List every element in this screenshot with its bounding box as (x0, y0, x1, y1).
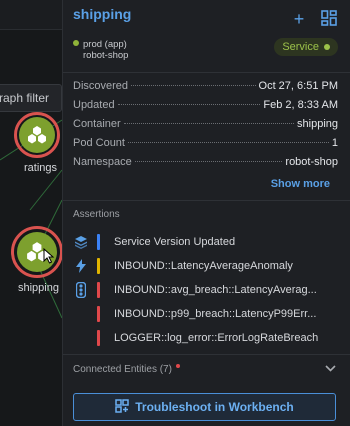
property-row: Discovered Oct 27, 6:51 PM (73, 80, 338, 99)
graph-edges (0, 119, 62, 319)
divider (63, 72, 350, 73)
properties-list: Discovered Oct 27, 6:51 PM Updated Feb 2, … (73, 80, 338, 175)
property-key: Pod Count (73, 137, 125, 149)
traffic-light-icon (73, 282, 89, 298)
layers-icon (73, 234, 89, 250)
severity-bar (97, 306, 100, 322)
hexagon-cluster-icon (19, 117, 55, 153)
mouse-cursor-icon (43, 248, 55, 264)
divider (63, 354, 350, 355)
header-actions: + (290, 10, 338, 28)
bolt-icon (73, 258, 89, 274)
dashboard-grid-icon[interactable] (320, 10, 338, 28)
alert-dot (175, 364, 180, 368)
property-value: 1 (331, 137, 338, 149)
show-more-link[interactable]: Show more (271, 178, 330, 190)
property-key: Namespace (73, 156, 132, 168)
env-namespace: robot-shop (83, 50, 129, 61)
chevron-down-icon (325, 363, 336, 375)
graph-node-shipping[interactable] (11, 226, 62, 278)
property-key: Discovered (73, 80, 129, 92)
badge-status-dot (324, 44, 330, 50)
status-dot (73, 40, 79, 46)
property-value: shipping (297, 118, 338, 130)
connected-entities-toggle[interactable]: Connected Entities (7) (73, 363, 336, 375)
assertion-icon-spacer (73, 306, 89, 322)
severity-bar (97, 330, 100, 346)
assertion-text: INBOUND::avg_breach::LatencyAverag... (114, 284, 317, 296)
entity-type-badge: Service (274, 38, 338, 56)
assertion-item[interactable]: INBOUND::avg_breach::LatencyAverag... (73, 278, 340, 302)
connected-entities-label: Connected Entities (7) (73, 363, 172, 375)
property-row: Updated Feb 2, 8:33 AM (73, 99, 338, 118)
assertion-text: Service Version Updated (114, 236, 236, 248)
assertion-text: LOGGER::log_error::ErrorLogRateBreach (114, 332, 319, 344)
assertion-item[interactable]: Service Version Updated (73, 230, 340, 254)
assertion-item[interactable]: LOGGER::log_error::ErrorLogRateBreach (73, 326, 340, 350)
severity-bar (97, 258, 100, 274)
severity-bar (97, 282, 100, 298)
add-icon[interactable]: + (290, 10, 308, 28)
assertion-text: INBOUND::p99_breach::LatencyP99Err... (114, 308, 317, 320)
badge-label: Service (282, 41, 319, 53)
property-value: robot-shop (285, 156, 338, 168)
graph-filter-input[interactable]: raph filter (0, 84, 62, 112)
property-key: Updated (73, 99, 115, 111)
property-key: Container (73, 118, 121, 130)
assertions-list: Service Version Updated INBOUND::Latency… (73, 230, 340, 350)
assertions-title: Assertions (73, 209, 120, 220)
assertion-item[interactable]: INBOUND::LatencyAverageAnomaly (73, 254, 340, 278)
environment-info: prod (app) robot-shop (73, 39, 128, 61)
property-row: Namespace robot-shop (73, 156, 338, 175)
assertion-text: INBOUND::LatencyAverageAnomaly (114, 260, 293, 272)
entity-details-panel: shipping + prod (app) robot-shop Service… (62, 0, 350, 426)
node-label-ratings: ratings (24, 162, 58, 174)
property-row: Container shipping (73, 118, 338, 137)
troubleshoot-button[interactable]: Troubleshoot in Workbench (73, 393, 336, 421)
env-app: prod (app) (83, 39, 127, 50)
property-value: Feb 2, 8:33 AM (263, 99, 338, 111)
troubleshoot-label: Troubleshoot in Workbench (135, 400, 294, 414)
graph-node-ratings[interactable] (14, 112, 60, 158)
graph-canvas[interactable]: raph filter ratings shipping (0, 0, 62, 426)
panel-header: shipping + (73, 6, 340, 28)
divider (63, 200, 350, 201)
assertion-icon-spacer (73, 330, 89, 346)
workbench-icon (115, 398, 130, 416)
property-value: Oct 27, 6:51 PM (258, 80, 338, 92)
property-row: Pod Count 1 (73, 137, 338, 156)
assertion-item[interactable]: INBOUND::p99_breach::LatencyP99Err... (73, 302, 340, 326)
node-label-shipping: shipping (18, 282, 59, 294)
severity-bar (97, 234, 100, 250)
